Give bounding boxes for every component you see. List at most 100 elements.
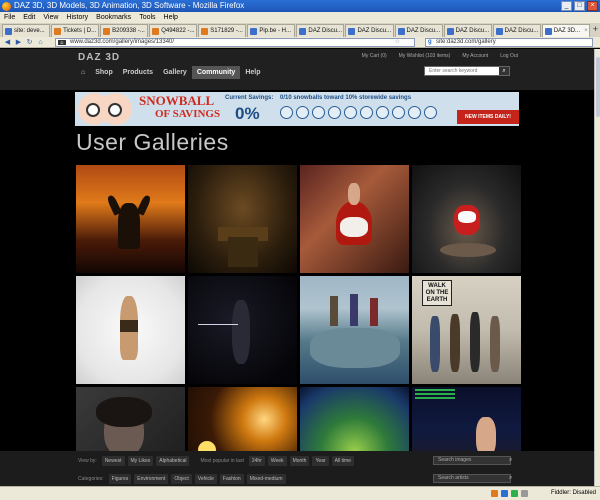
snowball-progress-slot	[376, 106, 389, 119]
back-icon[interactable]: ◀	[3, 38, 12, 47]
browser-tab[interactable]: Q494822 -...	[149, 24, 198, 37]
search-text: site:daz3d.com/gallery	[436, 39, 496, 45]
addon-icon[interactable]	[511, 490, 518, 497]
forward-icon[interactable]: ▶	[14, 38, 23, 47]
account-link[interactable]: My Account	[462, 53, 488, 59]
gallery-thumb-figure-pose[interactable]	[76, 276, 185, 384]
new-tab-button[interactable]: +	[591, 24, 600, 37]
category-figures[interactable]: Figures	[108, 474, 132, 484]
bookmark-star-icon[interactable]: ☆	[395, 39, 400, 46]
savings-percent: 0%	[235, 104, 260, 123]
new-items-badge[interactable]: NEW ITEMS DAILY!	[457, 110, 519, 124]
category-vehicle[interactable]: Vehicle	[194, 474, 217, 484]
filter-newest[interactable]: Newest	[101, 456, 125, 466]
snowball-progress-slot	[408, 106, 421, 119]
browser-tab[interactable]: DAZ Discu...	[296, 24, 345, 37]
search-images-input[interactable]: Search images	[433, 456, 511, 465]
gallery-thumb-dark-room[interactable]	[188, 165, 297, 273]
filter-week[interactable]: Week	[267, 456, 287, 466]
snowball-progress-slot	[344, 106, 357, 119]
browser-tab[interactable]: Pip.be - H...	[247, 24, 296, 37]
categories-label: Categories:	[78, 476, 104, 482]
gallery-thumb-night-swordswoman[interactable]	[188, 276, 297, 384]
category-object[interactable]: Object	[171, 474, 192, 484]
gallery-thumb-beach-group[interactable]	[300, 276, 409, 384]
home-icon[interactable]: ⌂	[36, 38, 45, 47]
promo-banner[interactable]: SNOWBALL OF SAVINGS Current Savings: 0% …	[75, 92, 519, 126]
browser-tab[interactable]: DAZ Discu...	[394, 24, 443, 37]
browser-tab[interactable]: DAZ Discu...	[345, 24, 394, 37]
minimize-button[interactable]: _	[561, 1, 572, 11]
addon-icon[interactable]	[521, 490, 528, 497]
category-fashion[interactable]: Fashion	[219, 474, 244, 484]
category-environment[interactable]: Environment	[134, 474, 169, 484]
page-scrollbar[interactable]	[594, 49, 600, 486]
daz-icon	[495, 27, 503, 35]
firefox-window: DAZ 3D, 3D Models, 3D Animation, 3D Soft…	[0, 0, 600, 500]
browser-tab[interactable]: site: deve...	[2, 24, 51, 37]
close-tab-icon[interactable]: ×	[584, 25, 588, 37]
filter-24hr[interactable]: 24hr	[248, 456, 265, 466]
filter-my-likes[interactable]: My Likes	[127, 456, 154, 466]
browser-tab[interactable]: S171829 -...	[198, 24, 247, 37]
snowball-progress-slot	[296, 106, 309, 119]
account-links: My Cart (0) My Wishlist (103 items) My A…	[362, 53, 518, 59]
daz-logo[interactable]: DAZ 3D	[78, 52, 120, 63]
browser-tab-active[interactable]: DAZ 3D... ×	[541, 24, 590, 37]
addon-icon[interactable]	[501, 490, 508, 497]
fiddler-status[interactable]: Fiddler: Disabled	[551, 487, 596, 500]
navigation-bar: ◀ ▶ ↻ ⌂ D www.daz3d.com/gallery/images/1…	[0, 37, 600, 48]
reload-icon[interactable]: ↻	[25, 38, 34, 47]
snowball-progress-slot	[392, 106, 405, 119]
addon-icon[interactable]	[491, 490, 498, 497]
menu-edit[interactable]: Edit	[23, 12, 35, 23]
wishlist-link[interactable]: My Wishlist (103 items)	[399, 53, 451, 59]
site-favicon-icon: D	[58, 40, 66, 45]
cart-link[interactable]: My Cart (0)	[362, 53, 387, 59]
nav-home-icon[interactable]: ⌂	[76, 66, 90, 79]
nav-community[interactable]: Community	[191, 66, 241, 79]
browser-tab[interactable]: Tickets | D...	[51, 24, 100, 37]
filter-month[interactable]: Month	[289, 456, 310, 466]
nav-gallery[interactable]: Gallery	[158, 66, 192, 79]
nav-shop[interactable]: Shop	[90, 66, 118, 79]
close-button[interactable]: ×	[587, 1, 598, 11]
search-icon[interactable]: ⌕	[499, 67, 509, 75]
url-bar[interactable]: D www.daz3d.com/gallery/images/13340/ ☆	[55, 38, 415, 47]
snowball-progress-slot	[328, 106, 341, 119]
filter-year[interactable]: Year	[312, 456, 329, 466]
logout-link[interactable]: Log Out	[500, 53, 518, 59]
browser-tab[interactable]: DAZ Discu...	[492, 24, 541, 37]
main-nav: ⌂ Shop Products Gallery Community Help	[76, 66, 266, 79]
category-mixed-medium[interactable]: Mixed-medium	[246, 474, 286, 484]
daz-icon	[544, 27, 552, 35]
search-icon[interactable]: ⌕	[509, 474, 517, 482]
menu-history[interactable]: History	[66, 12, 88, 23]
browser-search-bar[interactable]: g site:daz3d.com/gallery	[425, 38, 593, 47]
gallery-filter-bar: View by: Newest My Likes Alphabetical Mo…	[0, 451, 594, 486]
menu-tools[interactable]: Tools	[139, 12, 155, 23]
nav-products[interactable]: Products	[118, 66, 158, 79]
popular-label: Most popular in last	[200, 458, 244, 464]
scrollbar-thumb[interactable]	[596, 57, 600, 117]
gallery-thumb-walking-on-earth[interactable]: WALK ON THE EARTH	[412, 276, 521, 384]
filter-all-time[interactable]: All time	[331, 456, 354, 466]
site-search-input[interactable]: Enter search keyword	[424, 66, 510, 76]
maximize-button[interactable]: □	[574, 1, 585, 11]
menu-help[interactable]: Help	[164, 12, 178, 23]
gallery-thumb-red-dress-dancer[interactable]	[300, 165, 409, 273]
nav-help[interactable]: Help	[240, 66, 265, 79]
browser-tab[interactable]: B209338 -...	[100, 24, 149, 37]
snowball-progress	[280, 106, 437, 119]
search-icon[interactable]: ⌕	[509, 456, 517, 464]
gallery-thumb-sunset-silhouette[interactable]	[76, 165, 185, 273]
bug-icon	[201, 27, 209, 35]
filter-alphabetical[interactable]: Alphabetical	[156, 456, 190, 466]
menu-view[interactable]: View	[43, 12, 58, 23]
menu-bookmarks[interactable]: Bookmarks	[96, 12, 131, 23]
gallery-thumb-snow-dancer[interactable]	[412, 165, 521, 273]
banner-subtitle: OF SAVINGS	[155, 108, 221, 120]
browser-tab[interactable]: DAZ Discu...	[443, 24, 492, 37]
menu-file[interactable]: File	[4, 12, 15, 23]
search-artists-input[interactable]: Search artists	[433, 474, 511, 483]
